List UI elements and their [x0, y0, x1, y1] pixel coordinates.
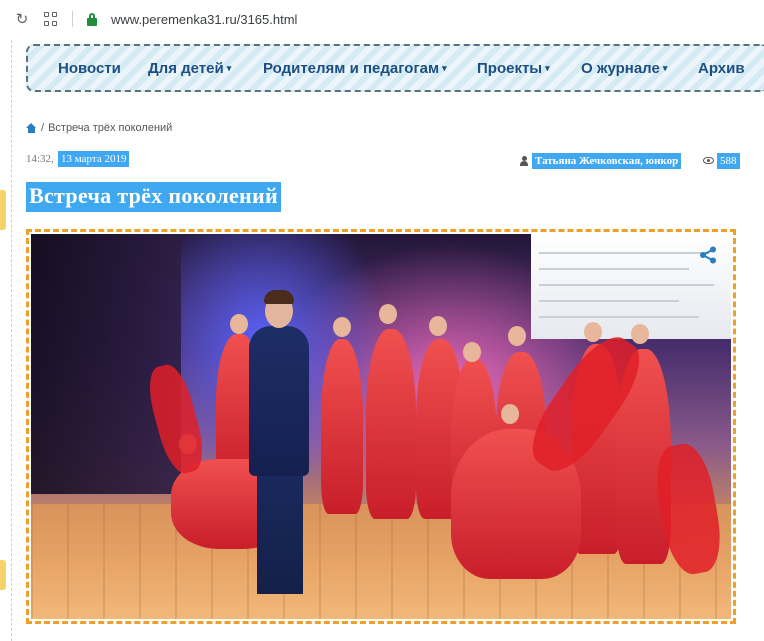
- nav-item-label: Проекты: [477, 60, 543, 77]
- nav-item-news[interactable]: Новости: [58, 60, 121, 77]
- breadcrumb: / Встреча трёх поколений: [26, 122, 172, 134]
- url-text[interactable]: www.peremenka31.ru/3165.html: [111, 12, 297, 27]
- nav-item-label: Родителям и педагогам: [263, 60, 440, 77]
- nav-item-label: Новости: [58, 60, 121, 77]
- share-icon[interactable]: [699, 246, 717, 264]
- article-photo[interactable]: [31, 234, 731, 619]
- eye-icon: [703, 157, 714, 164]
- nav-item-label: Для детей: [148, 60, 224, 77]
- breadcrumb-separator: /: [41, 122, 45, 134]
- views-count: 588: [717, 152, 740, 169]
- nav-item-about[interactable]: О журнале ▾: [581, 60, 667, 77]
- nav-item-for-kids[interactable]: Для детей ▾: [148, 60, 231, 77]
- nav-item-parents-teachers[interactable]: Родителям и педагогам ▾: [263, 60, 447, 77]
- article-photo-frame: [26, 229, 736, 624]
- chevron-down-icon: ▾: [226, 63, 232, 73]
- browser-address-bar: ↻ www.peremenka31.ru/3165.html: [0, 0, 764, 38]
- views-block: 588: [703, 151, 740, 170]
- chevron-down-icon: ▾: [442, 63, 447, 73]
- user-icon: [520, 155, 528, 166]
- nav-item-label: О журнале: [581, 60, 660, 77]
- main-navigation: Новости Для детей ▾ Родителям и педагогам…: [26, 44, 764, 92]
- publish-time: 14:32,: [26, 153, 54, 165]
- nav-item-label: Архив: [698, 60, 745, 77]
- apps-grid-icon[interactable]: [44, 12, 58, 26]
- chevron-down-icon: ▾: [662, 63, 668, 73]
- home-icon[interactable]: [26, 123, 37, 133]
- nav-item-projects[interactable]: Проекты ▾: [477, 60, 550, 77]
- left-decorative-strip: [0, 40, 12, 641]
- article-title: Встреча трёх поколений: [26, 182, 281, 212]
- chevron-down-icon: ▾: [545, 63, 550, 73]
- breadcrumb-current: Встреча трёх поколений: [48, 122, 173, 134]
- toolbar-divider: [72, 11, 73, 27]
- reload-icon[interactable]: ↻: [14, 10, 30, 28]
- author-name[interactable]: Татьяна Жечковская, юнкор: [532, 152, 682, 169]
- nav-item-archive[interactable]: Архив: [698, 60, 745, 77]
- lock-icon[interactable]: [87, 12, 97, 26]
- author-block: Татьяна Жечковская, юнкор: [520, 151, 682, 170]
- publish-date[interactable]: 13 марта 2019: [58, 151, 130, 167]
